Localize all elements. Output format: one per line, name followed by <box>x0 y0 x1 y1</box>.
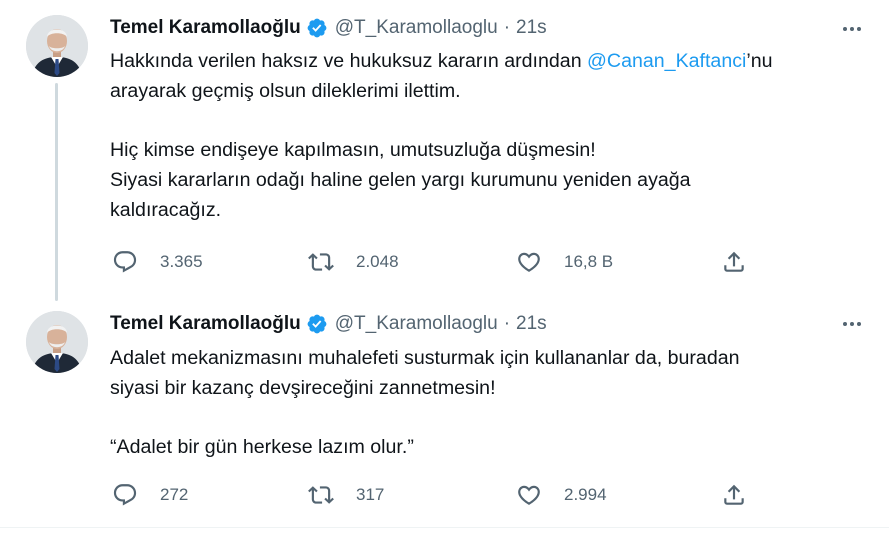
retweet-count: 317 <box>356 485 385 504</box>
retweet-icon <box>308 249 334 275</box>
tweet-text: Hakkında verilen haksız ve hukuksuz kara… <box>110 46 870 225</box>
mention-link[interactable]: @Canan_Kaftanci <box>587 50 746 72</box>
tweet-timestamp[interactable]: 21s <box>516 17 547 39</box>
tweet-text-line: kaldıracağız. <box>110 199 222 221</box>
author-name[interactable]: Temel Karamollaoğlu <box>110 313 301 335</box>
author-handle[interactable]: @T_Karamollaoglu <box>335 17 498 39</box>
more-options-icon[interactable] <box>837 17 867 41</box>
tweet-text-line: arayarak geçmiş olsun dileklerimi iletti… <box>110 80 461 102</box>
like-button[interactable]: 2.994 <box>516 480 607 510</box>
reply-icon <box>112 249 138 275</box>
tweet-text-line: Hakkında verilen haksız ve hukuksuz kara… <box>110 46 870 76</box>
like-count: 2.994 <box>564 485 607 504</box>
profile-photo-icon <box>26 15 88 77</box>
tweet-timestamp[interactable]: 21s <box>516 313 547 335</box>
separator-dot: · <box>503 313 511 334</box>
text-segment: ’nu <box>746 50 773 72</box>
tweet-header: Temel Karamollaoğlu @T_Karamollaoglu · 2… <box>110 312 547 336</box>
tweet-actions: 3.365 2.048 16,8 B <box>110 247 860 277</box>
avatar[interactable] <box>26 311 88 373</box>
retweet-icon <box>308 482 334 508</box>
like-icon <box>516 482 542 508</box>
profile-photo-icon <box>26 311 88 373</box>
more-options-icon[interactable] <box>837 312 867 336</box>
thread-connector-line <box>55 83 58 301</box>
reply-button[interactable]: 3.365 <box>112 247 203 277</box>
share-button[interactable] <box>721 247 747 277</box>
tweet-text-line: siyasi bir kazanç devşireceğini zannetme… <box>110 377 496 399</box>
tweet[interactable]: Temel Karamollaoğlu @T_Karamollaoglu · 2… <box>0 0 889 301</box>
share-button[interactable] <box>721 480 747 510</box>
verified-badge-icon <box>306 17 328 39</box>
verified-badge-icon <box>306 313 328 335</box>
tweet-text-line: Adalet mekanizmasını muhalefeti susturma… <box>110 347 740 369</box>
reply-button[interactable]: 272 <box>112 480 188 510</box>
tweet-actions: 272 317 2.994 <box>110 480 860 510</box>
tweet-header: Temel Karamollaoğlu @T_Karamollaoglu · 2… <box>110 16 547 40</box>
retweet-button[interactable]: 317 <box>308 480 384 510</box>
reply-icon <box>112 482 138 508</box>
tweet-text-line: Hiç kimse endişeye kapılmasın, umutsuzlu… <box>110 139 596 161</box>
like-count: 16,8 B <box>564 252 614 271</box>
like-icon <box>516 249 542 275</box>
tweet-text-line: “Adalet bir gün herkese lazım olur.” <box>110 436 414 458</box>
avatar[interactable] <box>26 15 88 77</box>
tweet-text: Adalet mekanizmasını muhalefeti susturma… <box>110 343 870 462</box>
share-icon <box>721 249 747 275</box>
bottom-divider <box>0 527 889 528</box>
author-name[interactable]: Temel Karamollaoğlu <box>110 17 301 39</box>
retweet-button[interactable]: 2.048 <box>308 247 399 277</box>
text-segment: Hakkında verilen haksız ve hukuksuz kara… <box>110 50 588 72</box>
separator-dot: · <box>503 17 511 38</box>
reply-count: 3.365 <box>160 252 203 271</box>
tweet-text-line: Siyasi kararların odağı haline gelen yar… <box>110 169 691 191</box>
like-button[interactable]: 16,8 B <box>516 247 613 277</box>
tweet[interactable]: Temel Karamollaoğlu @T_Karamollaoglu · 2… <box>0 295 889 527</box>
author-handle[interactable]: @T_Karamollaoglu <box>335 313 498 335</box>
reply-count: 272 <box>160 485 189 504</box>
share-icon <box>721 482 747 508</box>
retweet-count: 2.048 <box>356 252 399 271</box>
